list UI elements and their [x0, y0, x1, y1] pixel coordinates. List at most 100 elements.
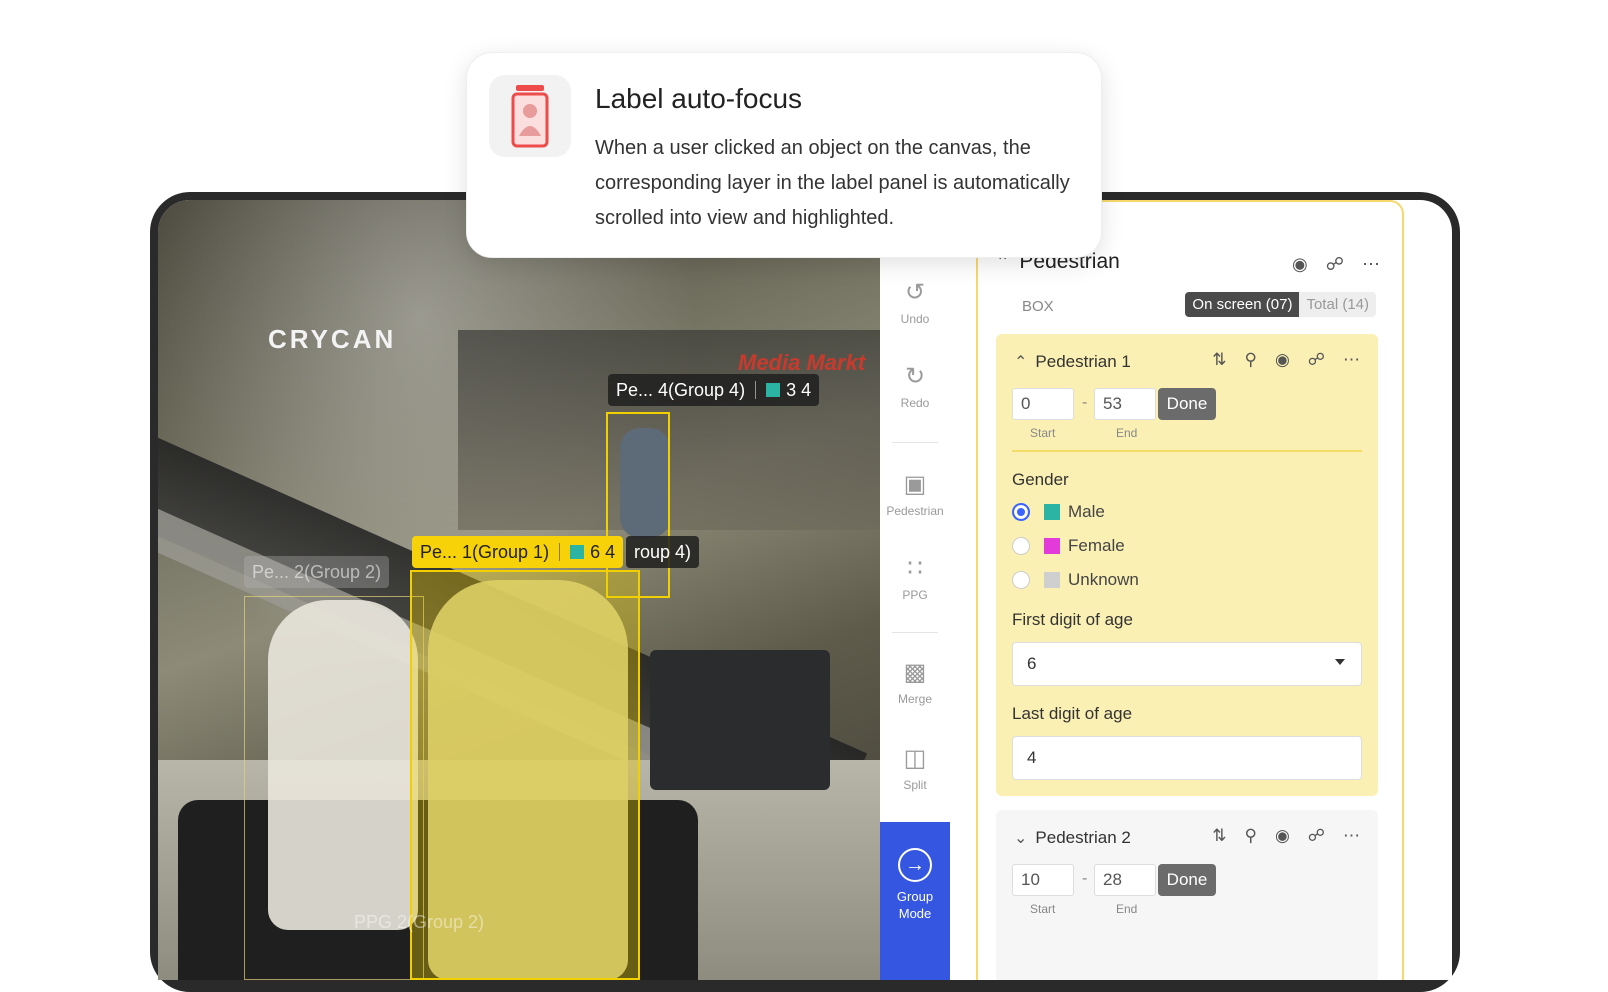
- tag-label: Pe... 1(Group 1): [420, 541, 550, 562]
- gender-label: Gender: [1012, 470, 1069, 489]
- radio-selected[interactable]: [1012, 503, 1030, 521]
- group-mode-button[interactable]: → Group Mode: [880, 822, 950, 980]
- unlock-icon[interactable]: ☍: [1308, 350, 1325, 370]
- group-mode-label: Group Mode: [896, 889, 934, 921]
- tag-value: 6 4: [590, 541, 616, 562]
- callout-title: Label auto-focus: [595, 83, 803, 114]
- pin-icon[interactable]: ⚲: [1244, 826, 1256, 846]
- split-tool[interactable]: ◫ Split: [880, 745, 950, 793]
- panel-actions: ◉ ☍ ⋯: [1292, 254, 1380, 275]
- annotation-canvas[interactable]: CRYCAN Media Markt Pe... 4(Group 4) 3 4 …: [158, 200, 908, 980]
- merge-tool[interactable]: ▩ Merge: [880, 659, 950, 707]
- tag-group-1[interactable]: Pe... 1(Group 1) 6 4: [412, 536, 624, 568]
- eye-icon[interactable]: ◉: [1275, 826, 1290, 846]
- ppg-icon: ∷: [907, 555, 923, 582]
- trash-bin: [650, 650, 830, 790]
- first-digit-label: First digit of age: [1012, 610, 1133, 629]
- card-title-label: Pedestrian 1: [1035, 352, 1131, 371]
- redo-button[interactable]: ↻ Redo: [880, 364, 950, 411]
- start-frame-input[interactable]: 0: [1012, 388, 1074, 420]
- merge-icon: ▩: [903, 659, 927, 686]
- tag-label: roup 4): [634, 541, 692, 562]
- toolbar-divider: [892, 442, 938, 443]
- tag-value: 3 4: [786, 379, 812, 400]
- app-screen: CRYCAN Media Markt Pe... 4(Group 4) 3 4 …: [158, 200, 1452, 980]
- tag-group-4[interactable]: Pe... 4(Group 4) 3 4: [608, 374, 820, 406]
- done-button[interactable]: Done: [1158, 388, 1216, 420]
- more-icon[interactable]: ⋯: [1362, 254, 1380, 275]
- done-button[interactable]: Done: [1158, 864, 1216, 896]
- end-frame-input[interactable]: 53: [1094, 388, 1156, 420]
- card-actions: ⇅ ⚲ ◉ ☍ ⋯: [1212, 350, 1360, 370]
- male-swatch: [1044, 504, 1060, 520]
- pedestrian-1-card[interactable]: ⌃ Pedestrian 1 ⇅ ⚲ ◉ ☍ ⋯ 0 - 53 Done Sta…: [996, 334, 1378, 796]
- box-label: BOX: [1022, 298, 1054, 315]
- gender-option-unknown[interactable]: Unknown: [1012, 570, 1139, 590]
- split-icon: ◫: [903, 745, 927, 772]
- tag-group-4-partial[interactable]: roup 4): [626, 536, 700, 568]
- first-digit-select[interactable]: 6: [1012, 642, 1362, 686]
- more-icon[interactable]: ⋯: [1343, 826, 1360, 846]
- card-title-label: Pedestrian 2: [1035, 828, 1131, 847]
- undo-label: Undo: [900, 312, 930, 326]
- tag-ppg-2: PPG 2(Group 2): [354, 912, 485, 932]
- sort-icon[interactable]: ⇅: [1212, 350, 1226, 370]
- person-card-icon: [489, 75, 571, 157]
- feature-callout: Label auto-focus When a user clicked an …: [466, 52, 1102, 258]
- gender-option-female[interactable]: Female: [1012, 536, 1125, 556]
- split-label: Split: [903, 778, 927, 792]
- sort-icon[interactable]: ⇅: [1212, 826, 1226, 846]
- option-label: Unknown: [1068, 570, 1139, 589]
- first-digit-value: 6: [1027, 654, 1037, 673]
- last-digit-input[interactable]: 4: [1012, 736, 1362, 780]
- eye-icon[interactable]: ◉: [1292, 254, 1308, 275]
- pedestrian-2-card[interactable]: ⌄ Pedestrian 2 ⇅ ⚲ ◉ ☍ ⋯ 10 - 28 Done St…: [996, 810, 1378, 980]
- pin-icon[interactable]: ⚲: [1244, 350, 1256, 370]
- more-icon[interactable]: ⋯: [1343, 350, 1360, 370]
- male-swatch: [570, 545, 585, 559]
- ppg-tool[interactable]: ∷ PPG: [880, 555, 950, 603]
- undo-button[interactable]: ↺ Undo: [880, 279, 950, 327]
- pedestrian-tool[interactable]: ▣ Pedestrian: [880, 471, 950, 519]
- card-divider: [1012, 450, 1362, 452]
- ppg-label: PPG: [902, 588, 928, 602]
- radio[interactable]: [1012, 537, 1030, 555]
- card-title[interactable]: ⌄ Pedestrian 2: [1014, 828, 1131, 848]
- option-label: Female: [1068, 536, 1125, 555]
- pedestrian-icon: ▣: [903, 471, 927, 498]
- radio[interactable]: [1012, 571, 1030, 589]
- start-frame-input[interactable]: 10: [1012, 864, 1074, 896]
- female-swatch: [1044, 538, 1060, 554]
- last-digit-value: 4: [1027, 748, 1037, 767]
- chevron-up-icon: ⌃: [1014, 354, 1028, 371]
- label-panel: ⌃ Pedestrian ◉ ☍ ⋯ BOX On screen (07) To…: [976, 200, 1404, 980]
- gender-option-male[interactable]: Male: [1012, 502, 1105, 522]
- total-tab[interactable]: Total (14): [1299, 292, 1376, 317]
- tag-separator: [559, 543, 561, 561]
- caret-down-icon: [1335, 659, 1345, 665]
- scope-toggle: On screen (07) Total (14): [1185, 292, 1376, 317]
- arrow-right-circle-icon: →: [898, 848, 932, 882]
- unknown-swatch: [1044, 572, 1060, 588]
- undo-icon: ↺: [904, 279, 926, 306]
- tag-group-2[interactable]: Pe... 2(Group 2): [244, 556, 390, 588]
- redo-label: Redo: [900, 396, 930, 410]
- pedestrian-label: Pedestrian: [886, 504, 944, 518]
- unlock-icon[interactable]: ☍: [1308, 826, 1325, 846]
- unlock-icon[interactable]: ☍: [1326, 254, 1344, 275]
- end-label: End: [1116, 426, 1138, 440]
- end-frame-input[interactable]: 28: [1094, 864, 1156, 896]
- on-screen-tab[interactable]: On screen (07): [1185, 292, 1300, 317]
- store-sign: CRYCAN: [268, 324, 397, 354]
- chevron-down-icon: ⌄: [1014, 830, 1028, 847]
- range-dash: -: [1082, 394, 1088, 411]
- range-dash: -: [1082, 870, 1088, 887]
- start-label: Start: [1030, 426, 1056, 440]
- callout-description: When a user clicked an object on the can…: [595, 137, 1070, 229]
- option-label: Male: [1068, 502, 1105, 521]
- last-digit-label: Last digit of age: [1012, 704, 1133, 723]
- store-sign-2: Media Markt: [738, 350, 866, 375]
- tag-separator: [755, 381, 757, 399]
- eye-icon[interactable]: ◉: [1275, 350, 1290, 370]
- card-title[interactable]: ⌃ Pedestrian 1: [1014, 352, 1131, 372]
